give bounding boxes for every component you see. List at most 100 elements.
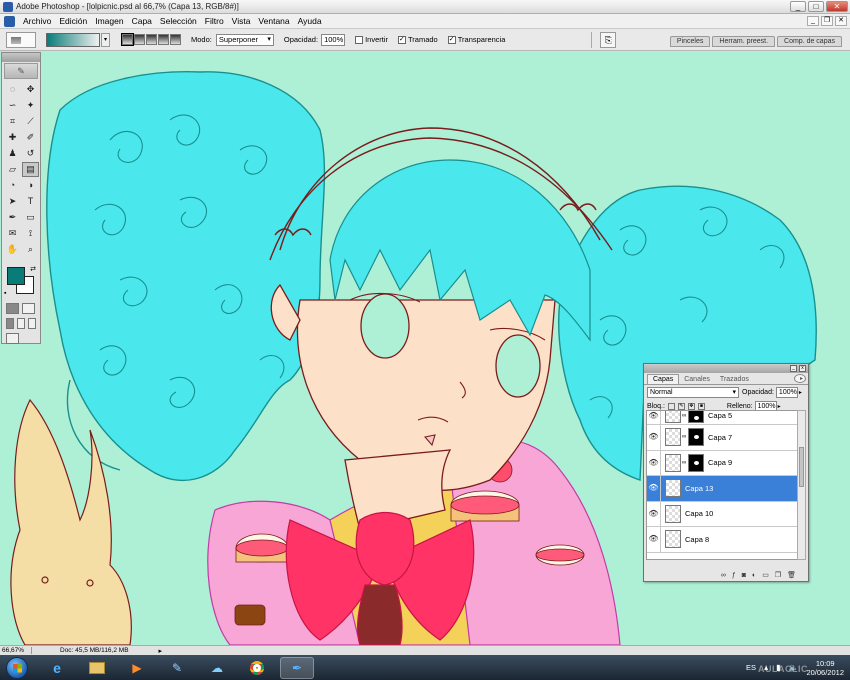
eye-icon[interactable]: 👁 bbox=[647, 425, 661, 450]
chrome-icon[interactable] bbox=[240, 657, 274, 679]
menu-capa[interactable]: Capa bbox=[128, 16, 156, 26]
photoshop-taskbar-icon[interactable]: ☁ bbox=[200, 657, 234, 679]
brush-tool-icon[interactable]: ✐ bbox=[22, 130, 39, 145]
file-explorer-icon[interactable] bbox=[80, 657, 114, 679]
lasso-tool-icon[interactable]: ∽ bbox=[4, 98, 21, 113]
invert-option[interactable]: Invertir bbox=[355, 35, 388, 44]
tab-herramientas-preestablecidas[interactable]: Herram. preest. bbox=[712, 36, 776, 47]
radial-gradient-icon[interactable] bbox=[134, 34, 145, 45]
layer-mask-thumbnail[interactable] bbox=[688, 411, 704, 423]
menu-edicion[interactable]: Edición bbox=[55, 16, 91, 26]
full-screen-mode-icon[interactable] bbox=[28, 318, 36, 329]
tab-composiciones-de-capas[interactable]: Comp. de capas bbox=[777, 36, 842, 47]
link-layers-icon[interactable]: ∞ bbox=[721, 572, 726, 579]
new-group-icon[interactable]: ▭ bbox=[762, 571, 769, 579]
layer-row-capa-13[interactable]: 👁 Capa 13 bbox=[647, 476, 797, 502]
layer-row-capa-8[interactable]: 👁 Capa 8 bbox=[647, 527, 797, 553]
status-menu-arrow-icon[interactable]: ▸ bbox=[159, 647, 163, 655]
foreground-color-swatch[interactable] bbox=[7, 267, 25, 285]
fill-arrow-icon[interactable]: ▸ bbox=[778, 403, 781, 410]
eye-icon[interactable]: 👁 bbox=[647, 411, 661, 424]
eye-icon[interactable]: 👁 bbox=[647, 527, 661, 552]
transparency-option[interactable]: ✓ Transparencia bbox=[447, 35, 505, 44]
full-screen-menu-mode-icon[interactable] bbox=[17, 318, 25, 329]
menu-seleccion[interactable]: Selección bbox=[156, 16, 201, 26]
layer-mask-thumbnail[interactable] bbox=[688, 428, 704, 447]
crop-tool-icon[interactable]: ⌗ bbox=[4, 114, 21, 129]
angle-gradient-icon[interactable] bbox=[146, 34, 157, 45]
menu-filtro[interactable]: Filtro bbox=[201, 16, 228, 26]
adobe-app-taskbar-icon[interactable]: ✒ bbox=[280, 656, 314, 679]
zoom-tool-icon[interactable]: ⌕ bbox=[22, 242, 39, 257]
panel-menu-icon[interactable]: ▸ bbox=[794, 374, 806, 383]
move-tool-icon[interactable]: ✥ bbox=[22, 82, 39, 97]
transparency-checkbox[interactable]: ✓ bbox=[447, 35, 456, 44]
clone-stamp-tool-icon[interactable]: ♟ bbox=[4, 146, 21, 161]
slice-tool-icon[interactable]: ⟋ bbox=[22, 114, 39, 129]
marquee-tool-icon[interactable]: ◌ bbox=[4, 82, 21, 97]
close-button[interactable]: ✕ bbox=[826, 1, 848, 12]
jump-to-imageready-icon[interactable] bbox=[6, 333, 19, 344]
layer-opacity-input[interactable]: 100% bbox=[775, 386, 798, 398]
shape-tool-icon[interactable]: ▭ bbox=[22, 210, 39, 225]
internet-explorer-icon[interactable]: e bbox=[40, 657, 74, 679]
tab-capas[interactable]: Capas bbox=[647, 374, 680, 384]
menu-vista[interactable]: Vista bbox=[228, 16, 255, 26]
layer-mask-thumbnail[interactable] bbox=[688, 453, 704, 472]
notes-tool-icon[interactable]: ✉ bbox=[4, 226, 21, 241]
blend-mode-select[interactable]: Normal bbox=[647, 386, 739, 398]
eye-icon[interactable]: 👁 bbox=[647, 476, 661, 501]
paint-app-icon[interactable]: ✎ bbox=[160, 657, 194, 679]
lock-position-icon[interactable]: ✥ bbox=[687, 402, 695, 410]
gradient-picker-arrow[interactable]: ▾ bbox=[101, 32, 110, 47]
history-brush-tool-icon[interactable]: ↺ bbox=[22, 146, 39, 161]
gradient-swatch[interactable] bbox=[46, 32, 100, 47]
magic-wand-tool-icon[interactable]: ✦ bbox=[22, 98, 39, 113]
blur-tool-icon[interactable]: ◔ bbox=[4, 178, 21, 193]
layer-row-capa-7[interactable]: 👁 ∞ Capa 7 bbox=[647, 425, 797, 451]
media-player-icon[interactable]: ▶ bbox=[120, 657, 154, 679]
invert-checkbox[interactable] bbox=[355, 35, 364, 44]
add-mask-icon[interactable]: ◙ bbox=[742, 572, 746, 579]
clock[interactable]: 10:09 20/06/2012 bbox=[806, 659, 844, 677]
pen-tool-icon[interactable]: ✒ bbox=[4, 210, 21, 225]
tab-trazados[interactable]: Trazados bbox=[715, 375, 754, 384]
doc-minimize-button[interactable]: _ bbox=[807, 16, 819, 26]
standard-screen-mode-icon[interactable] bbox=[6, 318, 14, 329]
panel-close-icon[interactable]: x bbox=[799, 365, 806, 372]
swap-colors-icon[interactable]: ⇄ bbox=[30, 265, 36, 273]
default-colors-icon[interactable]: ▪ bbox=[4, 290, 6, 297]
doc-close-button[interactable]: ✕ bbox=[835, 16, 847, 26]
adobe-online-icon[interactable]: ✎ bbox=[4, 63, 38, 79]
file-browser-icon[interactable]: ⎘ bbox=[600, 31, 617, 48]
menu-ventana[interactable]: Ventana bbox=[254, 16, 293, 26]
language-indicator[interactable]: ES bbox=[746, 663, 756, 672]
lock-pixels-icon[interactable]: ✎ bbox=[677, 402, 685, 410]
zoom-level[interactable]: 66,67% bbox=[0, 647, 32, 654]
type-tool-icon[interactable]: T bbox=[22, 194, 39, 209]
dodge-tool-icon[interactable]: ◑ bbox=[22, 178, 39, 193]
path-selection-tool-icon[interactable]: ➤ bbox=[4, 194, 21, 209]
start-button[interactable] bbox=[6, 656, 28, 679]
layers-scrollbar[interactable] bbox=[797, 410, 806, 560]
new-fill-layer-icon[interactable]: ◐ bbox=[752, 572, 756, 579]
layer-row-capa-10[interactable]: 👁 Capa 10 bbox=[647, 501, 797, 527]
dither-checkbox[interactable]: ✓ bbox=[397, 35, 406, 44]
eraser-tool-icon[interactable]: ▱ bbox=[4, 162, 21, 177]
layer-style-icon[interactable]: ƒ bbox=[732, 572, 736, 579]
standard-mode-icon[interactable] bbox=[6, 303, 19, 314]
diamond-gradient-icon[interactable] bbox=[170, 34, 181, 45]
toolbox-grip[interactable] bbox=[2, 53, 40, 62]
tool-preset-picker[interactable] bbox=[6, 31, 36, 48]
reflected-gradient-icon[interactable] bbox=[158, 34, 169, 45]
eye-icon[interactable]: 👁 bbox=[647, 501, 661, 526]
layer-row-capa-9[interactable]: 👁 ∞ Capa 9 bbox=[647, 450, 797, 476]
maximize-button[interactable]: □ bbox=[808, 1, 824, 12]
panel-minimize-icon[interactable]: _ bbox=[790, 365, 797, 372]
tab-canales[interactable]: Canales bbox=[679, 375, 715, 384]
healing-brush-tool-icon[interactable]: ✚ bbox=[4, 130, 21, 145]
opacity-input[interactable]: 100% bbox=[321, 33, 346, 46]
lock-transparency-icon[interactable] bbox=[667, 402, 675, 410]
gradient-tool-icon[interactable]: ▤ bbox=[22, 162, 39, 177]
dither-option[interactable]: ✓ Tramado bbox=[397, 35, 438, 44]
